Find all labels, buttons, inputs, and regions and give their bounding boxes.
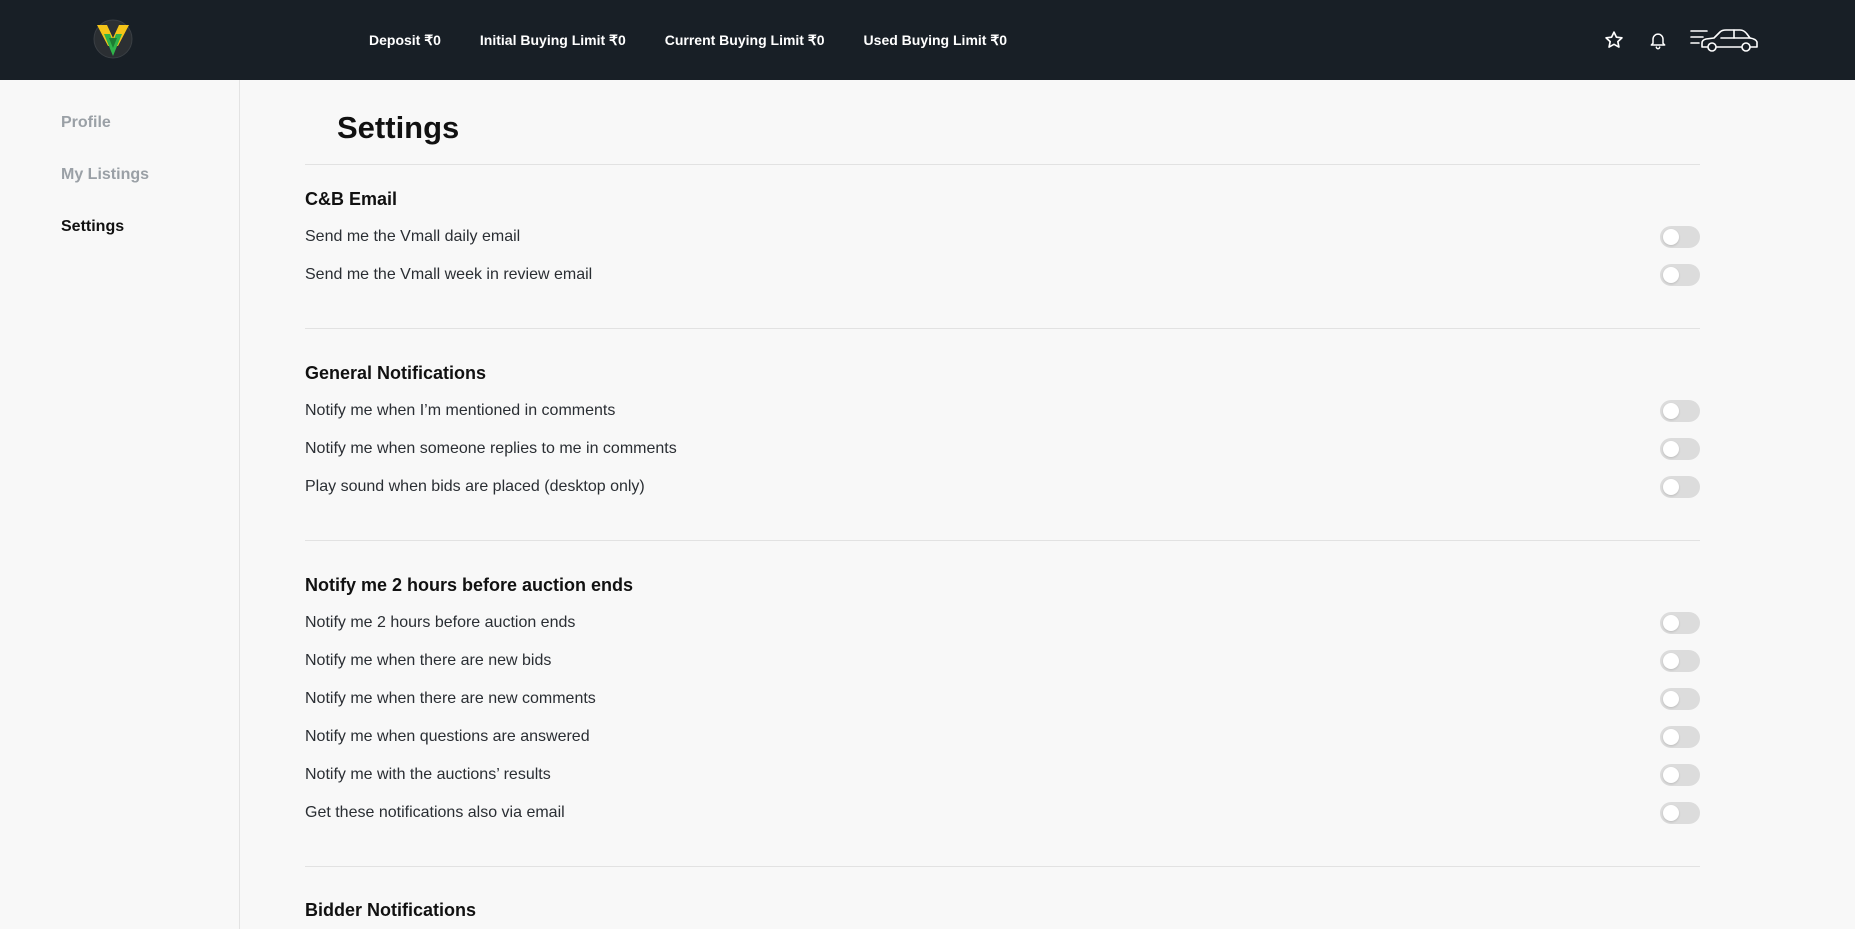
used-buying-limit: Used Buying Limit ₹0: [863, 31, 1008, 48]
section-title-auction-notifications: Notify me 2 hours before auction ends: [305, 575, 634, 595]
setting-label: Notify me when someone replies to me in …: [305, 440, 677, 457]
setting-row: Notify me when questions are answered: [305, 725, 1700, 749]
initial-buying-limit: Initial Buying Limit ₹0: [479, 31, 626, 48]
setting-label: Notify me when I’m mentioned in comments: [305, 402, 616, 419]
toggle-switch[interactable]: [1660, 726, 1700, 748]
toggle-switch[interactable]: [1660, 476, 1700, 498]
header-actions: [1602, 22, 1760, 58]
sidebar-item-profile[interactable]: Profile: [61, 114, 111, 132]
toggle-switch[interactable]: [1660, 264, 1700, 286]
setting-row: Notify me with the auctions’ results: [305, 763, 1700, 787]
sidebar-item-settings[interactable]: Settings: [61, 218, 124, 236]
section-title-general-notifications: General Notifications: [305, 363, 487, 383]
setting-row: Send me the Vmall week in review email: [305, 263, 1700, 287]
deposit-amount: Deposit ₹0: [369, 31, 441, 48]
toggle-switch[interactable]: [1660, 688, 1700, 710]
setting-row: Notify me when I’m mentioned in comments: [305, 399, 1700, 423]
toggle-switch[interactable]: [1660, 438, 1700, 460]
setting-label: Play sound when bids are placed (desktop…: [305, 478, 645, 495]
setting-label: Notify me when questions are answered: [305, 728, 590, 745]
current-buying-limit: Current Buying Limit ₹0: [664, 31, 825, 48]
divider: [305, 328, 1700, 329]
setting-label: Send me the Vmall week in review email: [305, 266, 593, 283]
setting-label: Notify me when there are new comments: [305, 690, 596, 707]
setting-label: Notify me with the auctions’ results: [305, 766, 551, 783]
setting-row: Notify me when there are new bids: [305, 649, 1700, 673]
toggle-switch[interactable]: [1660, 612, 1700, 634]
toggle-switch[interactable]: [1660, 764, 1700, 786]
setting-row: Send me the Vmall daily email: [305, 225, 1700, 249]
setting-label: Send me the Vmall daily email: [305, 228, 521, 245]
vmall-logo[interactable]: [92, 18, 134, 60]
setting-row: Notify me 2 hours before auction ends: [305, 611, 1700, 635]
toggle-switch[interactable]: [1660, 400, 1700, 422]
setting-row: Get these notifications also via email: [305, 801, 1700, 825]
section-title-bidder-notifications: Bidder Notifications: [305, 900, 477, 920]
setting-label: Notify me when there are new bids: [305, 652, 552, 669]
setting-row: Notify me when there are new comments: [305, 687, 1700, 711]
top-navbar: Deposit ₹0 Initial Buying Limit ₹0 Curre…: [0, 0, 1855, 80]
buying-limits-bar: Deposit ₹0 Initial Buying Limit ₹0 Curre…: [369, 0, 1046, 80]
sidebar-item-my-listings[interactable]: My Listings: [61, 166, 149, 184]
setting-row: Play sound when bids are placed (desktop…: [305, 475, 1700, 499]
toggle-switch[interactable]: [1660, 650, 1700, 672]
page-title: Settings: [337, 110, 460, 145]
setting-label: Notify me 2 hours before auction ends: [305, 614, 576, 631]
toggle-switch[interactable]: [1660, 802, 1700, 824]
section-title-cb-email: C&B Email: [305, 189, 398, 209]
divider: [305, 164, 1700, 165]
star-icon[interactable]: [1602, 28, 1626, 52]
divider: [305, 866, 1700, 867]
divider: [305, 540, 1700, 541]
bell-icon[interactable]: [1646, 28, 1670, 52]
menu-car-icon[interactable]: [1688, 24, 1760, 56]
toggle-switch[interactable]: [1660, 226, 1700, 248]
setting-label: Get these notifications also via email: [305, 804, 565, 821]
setting-row: Notify me when someone replies to me in …: [305, 437, 1700, 461]
settings-sidebar: Profile My Listings Settings: [0, 80, 240, 929]
